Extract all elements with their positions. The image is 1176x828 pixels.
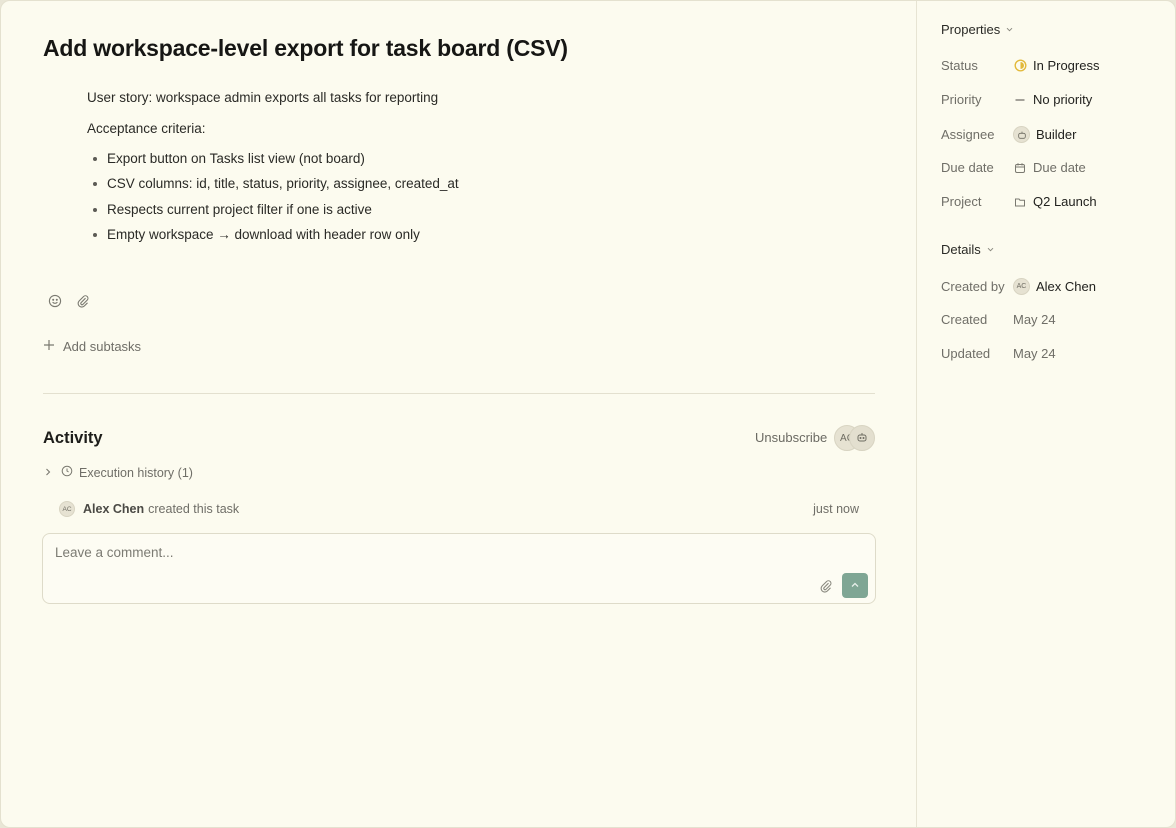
comment-box[interactable]: Leave a comment... [42,533,876,604]
updated-value: May 24 [1013,346,1056,361]
priority-label: Priority [941,92,982,107]
created-property: Created May 24 [941,312,1161,327]
divider [43,393,875,394]
created-by-value: Alex Chen [1036,279,1096,294]
execution-history-toggle[interactable]: Execution history (1) [43,465,193,480]
emoji-icon[interactable] [47,293,63,309]
priority-value: No priority [1033,92,1093,107]
created-by-property: Created by AC Alex Chen [941,278,1161,295]
unsubscribe-button[interactable]: Unsubscribe [755,430,827,445]
attachment-icon[interactable] [75,293,91,309]
updated-property: Updated May 24 [941,346,1161,361]
status-label: Status [941,58,978,73]
chevron-right-icon [43,466,53,480]
properties-heading: Properties [941,22,1001,37]
activity-event: AC Alex Chen created this task just now [59,501,859,517]
activity-heading: Activity [43,429,103,447]
properties-section-toggle[interactable]: Properties [941,22,1014,37]
calendar-icon [1013,161,1027,175]
user-story-text: User story: workspace admin exports all … [87,90,439,105]
task-description[interactable]: User story: workspace admin exports all … [87,89,459,252]
clock-icon [61,465,73,480]
project-value: Q2 Launch [1033,194,1097,209]
created-value: May 24 [1013,312,1056,327]
due-date-value: Due date [1033,160,1086,175]
updated-label: Updated [941,346,991,361]
add-subtasks-button[interactable]: Add subtasks [43,339,141,354]
event-actor[interactable]: Alex Chen [83,502,144,516]
attachment-icon[interactable] [818,578,834,594]
due-date-property[interactable]: Due date Due date [941,160,1161,175]
criteria-item: Respects current project filter if one i… [87,201,459,218]
avatar: AC [1013,278,1030,295]
criteria-item: Empty workspace → download with header r… [87,226,459,243]
priority-property[interactable]: Priority No priority [941,92,1161,107]
status-value: In Progress [1033,58,1100,73]
task-title[interactable]: Add workspace-level export for task boar… [43,35,568,62]
criteria-heading: Acceptance criteria: [87,121,206,136]
status-property[interactable]: Status In Progress [941,58,1161,73]
criteria-list: Export button on Tasks list view (not bo… [87,150,459,243]
chevron-down-icon [986,242,995,257]
created-by-label: Created by [941,279,1005,294]
details-heading: Details [941,242,981,257]
details-section-toggle[interactable]: Details [941,242,995,257]
criteria-item: CSV columns: id, title, status, priority… [87,175,459,192]
criteria-item: Export button on Tasks list view (not bo… [87,150,459,167]
created-label: Created [941,312,988,327]
plus-icon [43,339,55,354]
task-main-panel: Add workspace-level export for task boar… [1,1,917,827]
event-time: just now [813,502,859,516]
comment-input[interactable]: Leave a comment... [55,545,174,560]
send-button[interactable] [842,573,868,598]
assignee-property[interactable]: Assignee Builder [941,126,1161,143]
add-subtasks-label: Add subtasks [63,339,142,354]
task-detail-window: Add workspace-level export for task boar… [0,0,1176,828]
folder-icon [1013,195,1027,209]
in-progress-status-icon [1013,59,1027,73]
project-label: Project [941,194,982,209]
assignee-value: Builder [1036,127,1077,142]
no-priority-icon [1013,93,1027,107]
project-property[interactable]: Project Q2 Launch [941,194,1161,209]
bot-icon [856,431,868,446]
bot-avatar-icon [1013,126,1030,143]
event-action: created this task [148,502,240,516]
avatar: AC [59,501,75,517]
execution-history-label: Execution history (1) [79,465,193,480]
due-date-label: Due date [941,160,994,175]
subscriber-bot-avatar[interactable] [849,425,875,451]
chevron-down-icon [1005,22,1014,37]
arrow-up-icon [850,578,860,593]
assignee-label: Assignee [941,127,995,142]
